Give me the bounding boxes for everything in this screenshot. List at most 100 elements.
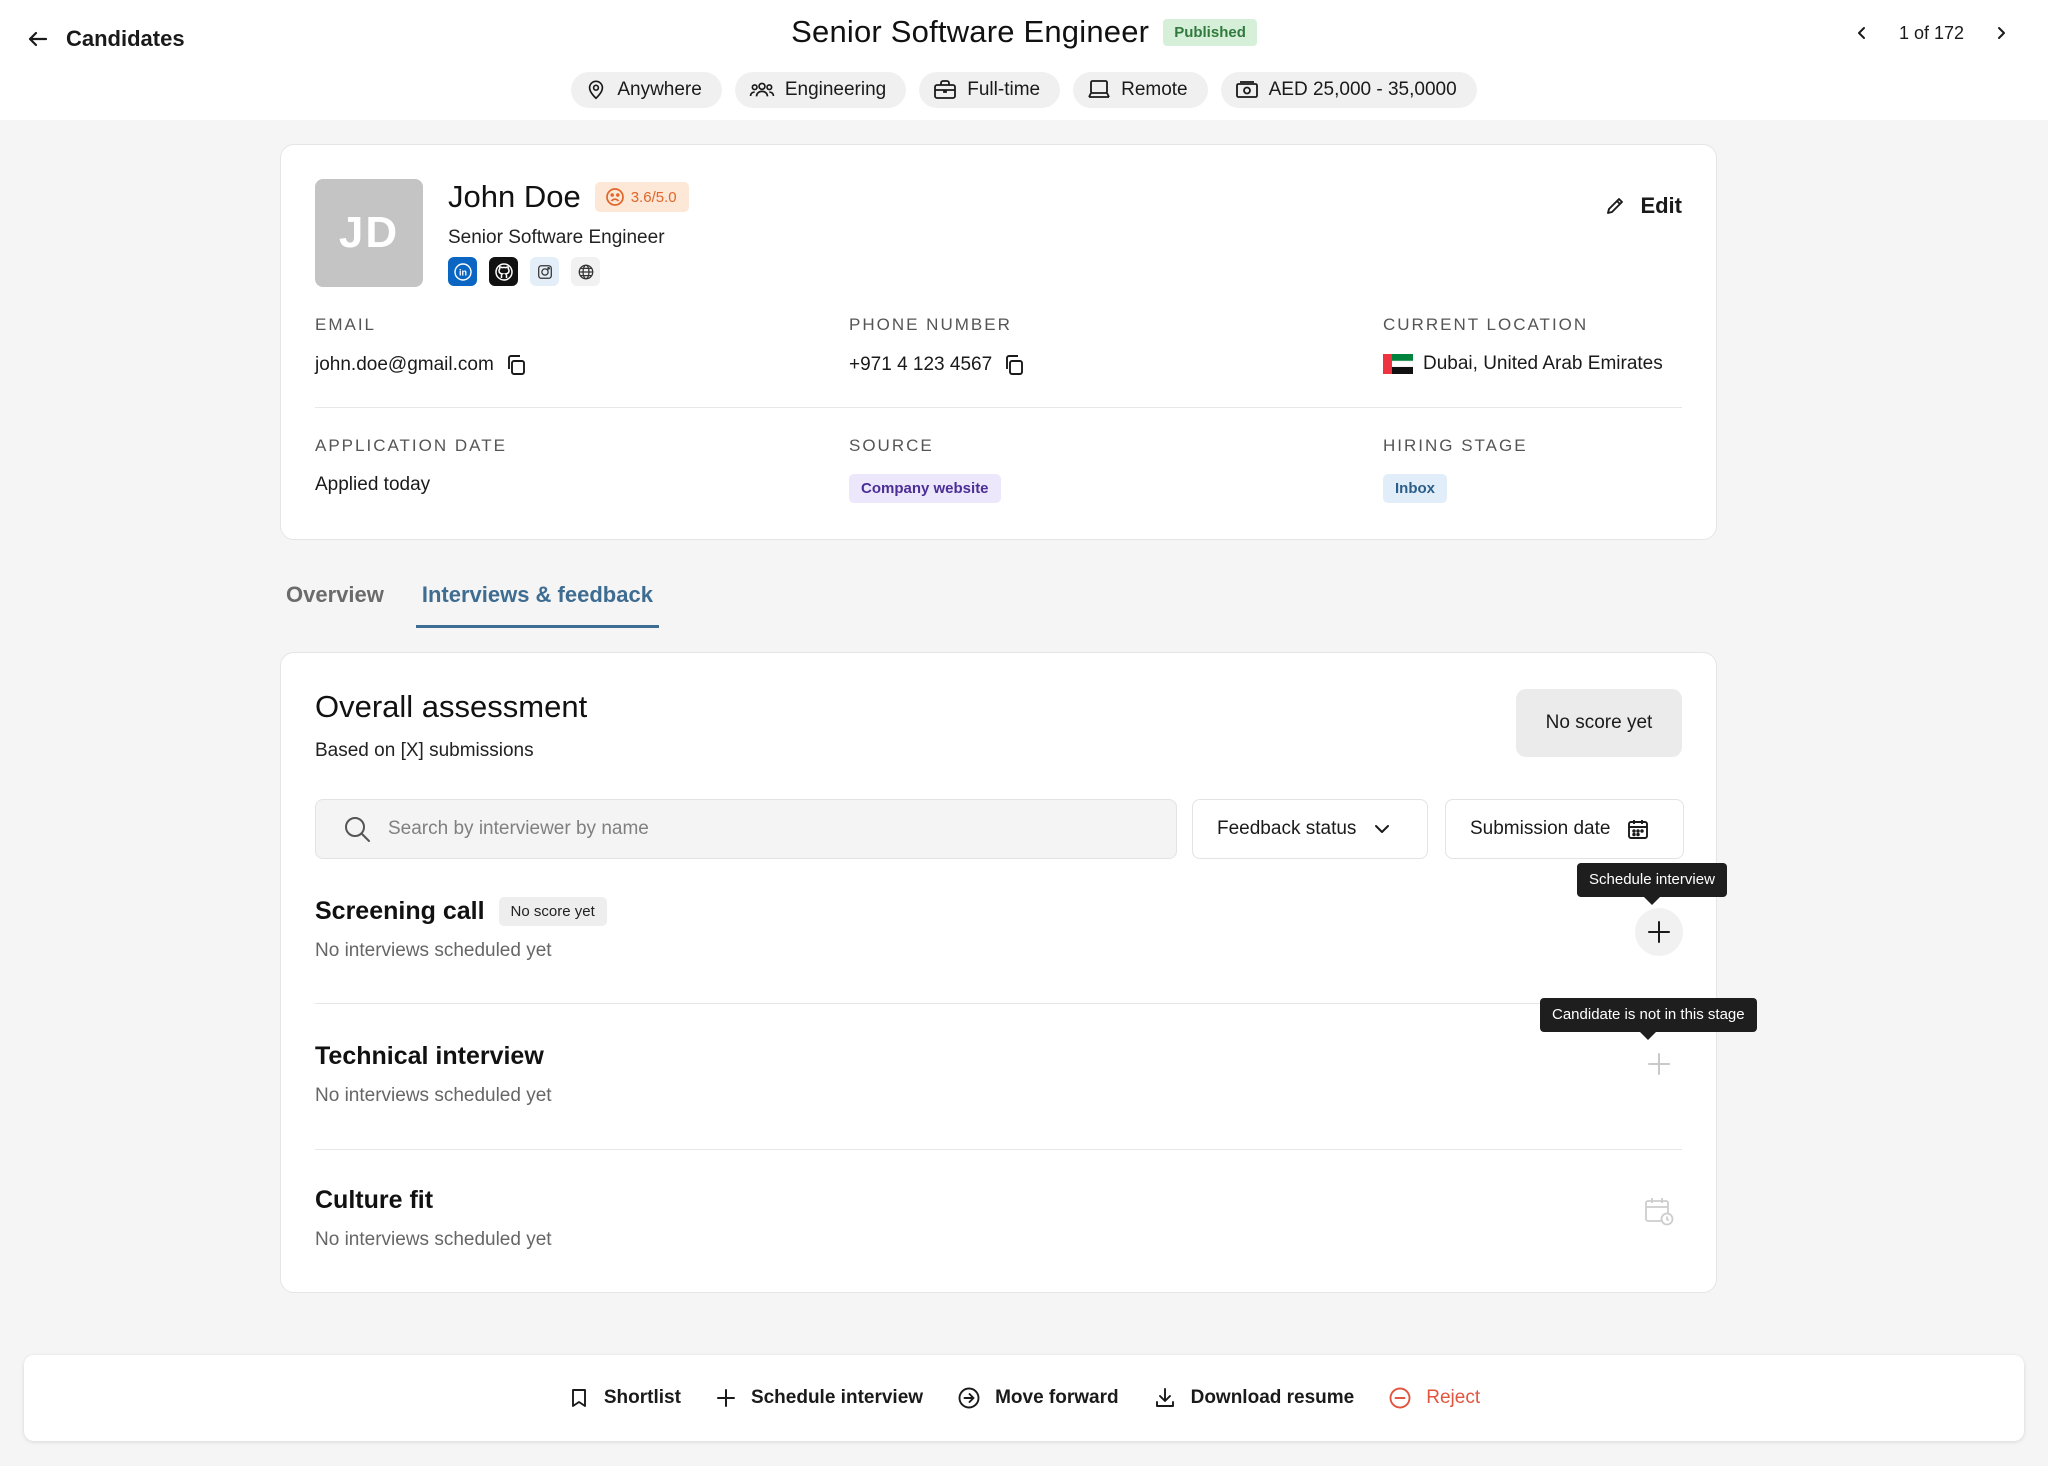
move-forward-button[interactable]: Move forward xyxy=(957,1386,1119,1410)
candidate-profile-card: JD John Doe 3.6/5.0 Senior Software Engi… xyxy=(280,144,1717,540)
github-icon[interactable] xyxy=(489,257,518,286)
shortlist-label: Shortlist xyxy=(603,1387,681,1408)
top-header: Candidates Senior Software Engineer Publ… xyxy=(0,0,2048,120)
dribbble-icon[interactable] xyxy=(530,257,559,286)
location-field: CURRENT LOCATION Dubai, United Arab Emir… xyxy=(1383,315,1663,375)
frown-face-icon xyxy=(605,187,625,207)
profile-tabs: Overview Interviews & feedback xyxy=(280,578,659,628)
schedule-interview-button[interactable]: Schedule interview xyxy=(715,1387,923,1409)
stage-title-row: Screening call No score yet xyxy=(315,897,1682,926)
copy-email-icon[interactable] xyxy=(504,353,528,377)
chip-location: Anywhere xyxy=(571,72,722,108)
download-resume-label: Download resume xyxy=(1190,1387,1355,1408)
uae-flag-icon xyxy=(1383,354,1413,374)
stage-score-badge: No score yet xyxy=(498,897,607,926)
location-value: Dubai, United Arab Emirates xyxy=(1423,353,1663,374)
assessment-title: Overall assessment xyxy=(315,689,588,724)
arrow-right-circle-icon xyxy=(957,1386,981,1410)
hiring-stage-value-row: Inbox xyxy=(1383,474,1528,503)
profile-divider xyxy=(315,407,1682,408)
application-date-field: APPLICATION DATE Applied today xyxy=(315,436,507,496)
plus-icon xyxy=(1646,1051,1672,1077)
status-badge: Published xyxy=(1163,18,1257,46)
edit-label: Edit xyxy=(1640,193,1682,218)
chevron-right-icon xyxy=(1998,27,2005,39)
shortlist-button[interactable]: Shortlist xyxy=(568,1387,681,1409)
schedule-interview-tooltip: Schedule interview xyxy=(1577,863,1727,905)
submission-date-filter[interactable]: Submission date xyxy=(1445,799,1684,859)
chip-employment-type-label: Full-time xyxy=(967,79,1041,100)
website-icon[interactable] xyxy=(571,257,600,286)
social-links: in xyxy=(448,257,600,286)
minus-circle-icon xyxy=(1388,1386,1412,1410)
email-label: EMAIL xyxy=(315,315,377,334)
plus-icon xyxy=(715,1387,737,1409)
previous-candidate-button[interactable] xyxy=(1851,22,1873,44)
hiring-stage-label: HIRING STAGE xyxy=(1383,436,1528,455)
plus-icon xyxy=(1646,919,1672,945)
source-field: SOURCE Company website xyxy=(849,436,1001,503)
calendar-schedule-button-disabled[interactable] xyxy=(1635,1187,1683,1235)
chevron-left-icon xyxy=(1857,27,1865,39)
download-resume-button[interactable]: Download resume xyxy=(1153,1386,1355,1410)
job-title: Senior Software Engineer xyxy=(791,14,1150,49)
calendar-icon xyxy=(1626,817,1650,841)
stage-divider xyxy=(315,1149,1682,1150)
email-value: john.doe@gmail.com xyxy=(315,354,494,375)
location-label: CURRENT LOCATION xyxy=(1383,315,1589,334)
chip-employment-type: Full-time xyxy=(919,72,1061,108)
chevron-down-icon xyxy=(1372,819,1392,839)
calendar-clock-icon xyxy=(1643,1195,1675,1227)
tab-interviews-feedback[interactable]: Interviews & feedback xyxy=(415,578,659,628)
name-row: John Doe 3.6/5.0 xyxy=(448,179,689,215)
candidate-name: John Doe xyxy=(448,179,581,214)
stage-divider xyxy=(315,1003,1682,1004)
assessment-card: Overall assessment Based on [X] submissi… xyxy=(280,652,1757,1293)
source-value-row: Company website xyxy=(849,474,1001,503)
phone-field: PHONE NUMBER +971 4 123 4567 xyxy=(849,315,1026,377)
linkedin-icon[interactable]: in xyxy=(448,257,477,286)
submission-date-label: Submission date xyxy=(1470,818,1611,839)
schedule-interview-label: Schedule interview xyxy=(750,1387,924,1408)
feedback-status-dropdown[interactable]: Feedback status xyxy=(1192,799,1428,859)
hiring-stage-field: HIRING STAGE Inbox xyxy=(1383,436,1528,503)
email-field: EMAIL john.doe@gmail.com xyxy=(315,315,528,377)
application-date-label: APPLICATION DATE xyxy=(315,436,507,455)
location-value-row: Dubai, United Arab Emirates xyxy=(1383,353,1663,375)
reject-button[interactable]: Reject xyxy=(1388,1386,1480,1410)
users-icon xyxy=(749,79,775,101)
copy-phone-icon[interactable] xyxy=(1002,353,1026,377)
avatar: JD xyxy=(315,179,423,287)
next-candidate-button[interactable] xyxy=(1990,22,2012,44)
tab-overview[interactable]: Overview xyxy=(280,578,390,628)
phone-label: PHONE NUMBER xyxy=(849,315,1012,334)
candidate-pager: 1 of 172 xyxy=(1851,14,2012,52)
search-input[interactable] xyxy=(388,818,1148,840)
pager-count: 1 of 172 xyxy=(1898,22,1964,43)
stage-subtitle: No interviews scheduled yet xyxy=(315,1229,552,1250)
laptop-icon xyxy=(1087,79,1111,101)
candidate-role: Senior Software Engineer xyxy=(448,227,665,248)
briefcase-icon xyxy=(933,79,957,101)
download-icon xyxy=(1153,1386,1177,1410)
source-label: SOURCE xyxy=(849,436,934,455)
stage-title-row: Culture fit xyxy=(315,1186,1682,1215)
edit-candidate-button[interactable]: Edit xyxy=(1604,193,1682,219)
stage-screening-call: Screening call No score yet No interview… xyxy=(315,897,1682,962)
job-chips: Anywhere Engineering Full-time Remote AE… xyxy=(0,72,2048,108)
search-icon xyxy=(342,814,372,844)
svg-text:in: in xyxy=(459,267,467,277)
schedule-screening-button[interactable] xyxy=(1635,908,1683,956)
schedule-technical-button-disabled[interactable] xyxy=(1635,1040,1683,1088)
rating-badge: 3.6/5.0 xyxy=(594,182,689,212)
application-date-value: Applied today xyxy=(315,474,431,495)
map-pin-icon xyxy=(585,79,607,101)
feedback-status-label: Feedback status xyxy=(1217,818,1357,839)
not-in-stage-tooltip: Candidate is not in this stage xyxy=(1540,998,1757,1040)
stage-technical-interview: Technical interview No interviews schedu… xyxy=(315,1042,1682,1107)
stage-title: Culture fit xyxy=(315,1186,434,1214)
chip-location-label: Anywhere xyxy=(617,79,702,100)
stage-subtitle: No interviews scheduled yet xyxy=(315,1085,552,1106)
phone-value: +971 4 123 4567 xyxy=(849,354,993,375)
chip-workplace: Remote xyxy=(1073,72,1208,108)
